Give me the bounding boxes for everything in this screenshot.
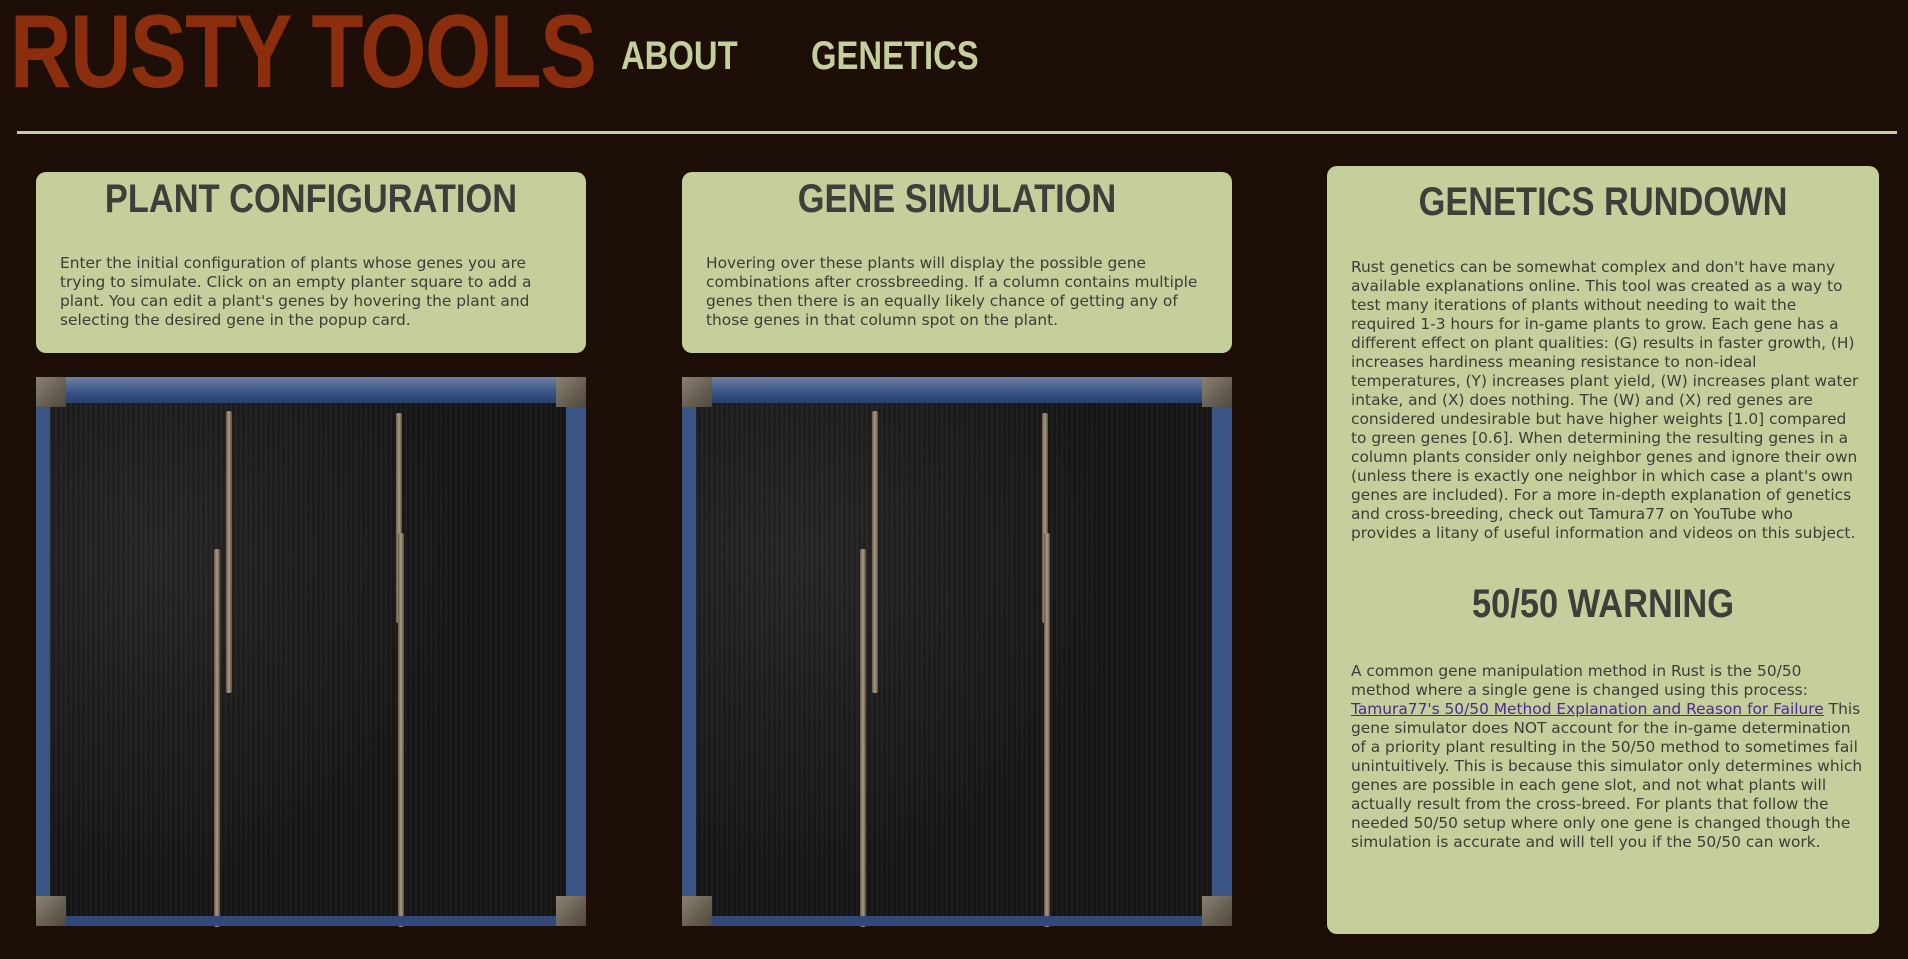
planter-slot-column-2[interactable] [868, 403, 1040, 916]
divider-stick [398, 533, 404, 927]
divider-stick [872, 411, 878, 693]
divider-stick [1044, 533, 1050, 927]
planter-corner [682, 377, 712, 407]
planter-corner [682, 896, 712, 926]
planter-slot-column-1[interactable] [696, 403, 868, 916]
planter-frame-top [36, 377, 586, 403]
planter-slot-column-2[interactable] [222, 403, 394, 916]
planter-soil [696, 403, 1212, 927]
warning-title: 50/50 WARNING [1472, 582, 1734, 626]
gene-simulation-card: GENE SIMULATION Hovering over these plan… [682, 172, 1232, 353]
divider-stick [226, 411, 232, 693]
warning-intro: A common gene manipulation method in Rus… [1351, 662, 1808, 699]
divider-stick [214, 549, 220, 927]
divider-stick [860, 549, 866, 927]
planter-soil [50, 403, 566, 927]
genetics-rundown-title: GENETICS RUNDOWN [1418, 180, 1788, 224]
main-nav: ABOUT GENETICS [621, 34, 1016, 78]
warning-body: This gene simulator does NOT account for… [1351, 700, 1863, 851]
genetics-rundown-card: GENETICS RUNDOWN Rust genetics can be so… [1327, 166, 1879, 934]
tamura-method-link[interactable]: Tamura77's 50/50 Method Explanation and … [1351, 700, 1824, 718]
planter-frame-bottom [682, 916, 1232, 926]
nav-about-link[interactable]: ABOUT [621, 34, 738, 78]
planter-frame-top [682, 377, 1232, 403]
plant-configuration-card: PLANT CONFIGURATION Enter the initial co… [36, 172, 586, 353]
planter-corner [36, 377, 66, 407]
planter-corner [1202, 896, 1232, 926]
planter-corner [556, 896, 586, 926]
site-logo[interactable]: RUSTY TOOLS [10, 0, 597, 104]
planter-corner [1202, 377, 1232, 407]
planter-slot-column-3[interactable] [394, 403, 566, 916]
plant-configuration-description: Enter the initial configuration of plant… [60, 254, 532, 329]
planter-frame-bottom [36, 916, 586, 926]
header-divider [17, 131, 1897, 134]
plant-configuration-title: PLANT CONFIGURATION [104, 177, 518, 221]
gene-simulation-title: GENE SIMULATION [797, 177, 1117, 221]
planter-corner [556, 377, 586, 407]
planter-simulation [682, 377, 1232, 927]
planter-slot-column-1[interactable] [50, 403, 222, 916]
gene-simulation-description: Hovering over these plants will display … [706, 254, 1198, 329]
planter-slot-column-3[interactable] [1040, 403, 1212, 916]
nav-genetics-link[interactable]: GENETICS [811, 34, 979, 78]
planter-configuration [36, 377, 586, 927]
planter-corner [36, 896, 66, 926]
genetics-rundown-text: Rust genetics can be somewhat complex an… [1351, 258, 1859, 542]
warning-text: A common gene manipulation method in Rus… [1351, 662, 1863, 852]
